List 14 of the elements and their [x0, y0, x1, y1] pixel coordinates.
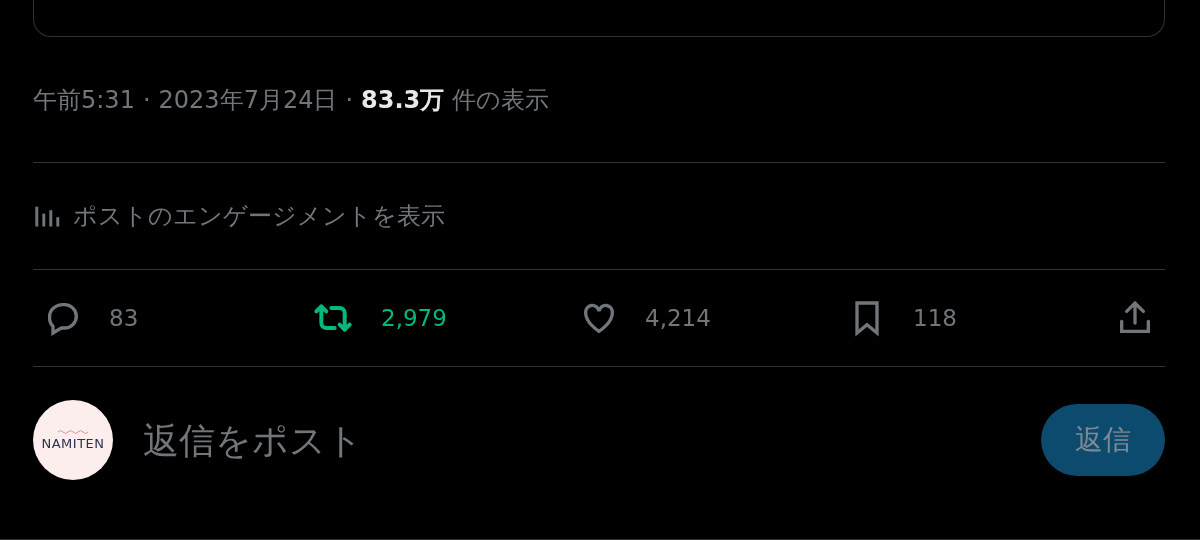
separator-dot: ·: [345, 85, 354, 114]
reply-button[interactable]: 返信: [1041, 404, 1165, 476]
like-button[interactable]: 4,214: [579, 298, 847, 338]
separator-dot: ·: [142, 85, 151, 114]
post-date: 2023年7月24日: [158, 84, 338, 116]
reply-button[interactable]: 83: [43, 298, 311, 338]
reply-input[interactable]: 返信をポスト: [141, 418, 1013, 462]
views-label: 件の表示: [452, 84, 550, 116]
engagement-link[interactable]: ポストのエンゲージメントを表示: [33, 200, 445, 232]
avatar-logo: NAMITEN: [33, 400, 113, 480]
post-time: 午前5:31: [33, 84, 135, 116]
view-count: 83.3万: [361, 84, 445, 116]
repost-button[interactable]: 2,979: [311, 298, 579, 338]
bookmark-button[interactable]: 118: [847, 298, 1115, 338]
